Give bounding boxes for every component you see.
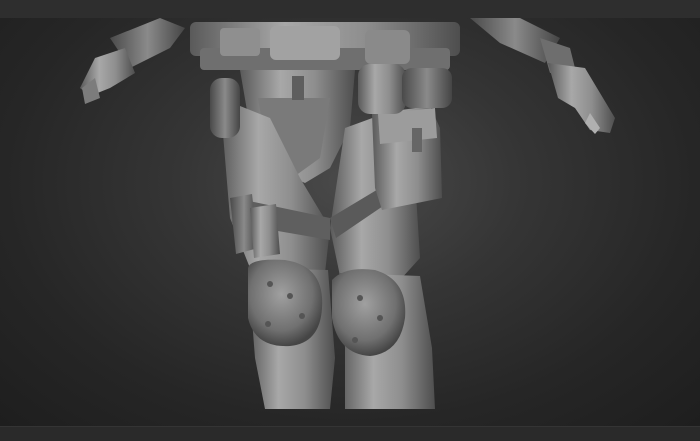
side-pouch <box>372 106 442 210</box>
belt-harness <box>190 22 460 70</box>
right-kneepad <box>332 269 406 356</box>
sculpt-viewport[interactable] <box>0 18 700 427</box>
left-arm <box>80 18 185 104</box>
sculpt-model <box>80 18 615 409</box>
zbrush-window <box>0 0 700 441</box>
top-toolbar <box>0 0 700 19</box>
left-kneepad <box>248 259 323 347</box>
right-arm <box>470 18 615 134</box>
bottom-toolbar <box>0 426 700 441</box>
